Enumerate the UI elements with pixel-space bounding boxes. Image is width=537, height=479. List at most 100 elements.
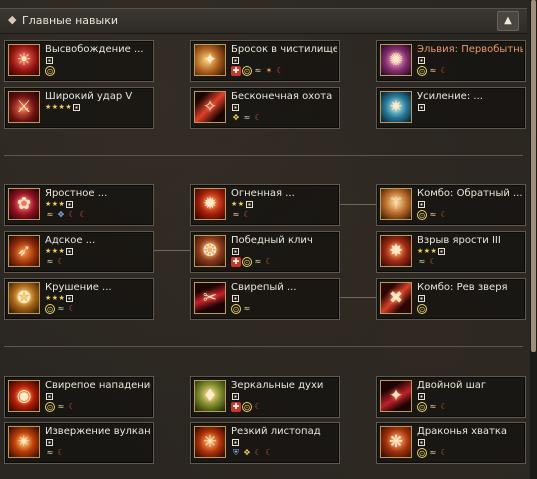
skill-card-furious[interactable]: ✿ Яростное ... ★★★ ≈ ✥ ☾ ☾	[4, 184, 154, 226]
skill-name: Адское ...	[45, 235, 96, 246]
skill-fiery-icon: ✹	[194, 188, 226, 220]
wing-icon: ≈	[254, 66, 262, 75]
skill-hellish-icon: ➶	[8, 235, 40, 267]
skill-features: ≈ ☾	[231, 210, 253, 221]
skill-features: ⊙ ≈ ☾	[417, 402, 450, 413]
skill-card-elvia[interactable]: ✺ Эльвия: Первобытны... ⊙≈☾	[376, 40, 526, 82]
skill-rank	[231, 103, 239, 112]
horned-icon: ✥	[232, 113, 240, 122]
rank-box-icon	[46, 392, 53, 400]
rank-box-icon	[73, 103, 81, 111]
wing-icon: ≈	[57, 304, 65, 313]
wing-icon: ≈	[254, 257, 262, 266]
skill-name: Комбо: Обратный ...	[417, 188, 523, 199]
skill-name: Бесконечная охота	[231, 91, 333, 102]
skill-features: ⊙ ≈ ☾	[417, 210, 450, 221]
claw-icon: ☾	[57, 257, 65, 266]
wing-icon: ≈	[46, 210, 54, 219]
skill-leaf-fall-icon: ✳	[194, 426, 226, 458]
skill-rank	[417, 294, 425, 303]
skill-name: Зеркальные духи	[231, 380, 324, 391]
eye-icon: ⊙	[417, 448, 427, 458]
skill-rank	[417, 200, 425, 209]
claw-icon: ☾	[79, 210, 87, 219]
skill-card-victory-cry[interactable]: ❂ Победный клич ✚ ⊙ ≈ ☾	[190, 231, 340, 273]
skill-rank	[45, 56, 53, 65]
skill-card-boost[interactable]: ✷ Усиление: ...	[376, 87, 526, 129]
eye-icon: ⊙	[242, 257, 252, 267]
eye-icon: ⊙	[45, 66, 55, 76]
skill-eruption-icon: ✴	[8, 426, 40, 458]
scrollbar[interactable]	[530, 0, 537, 479]
claw-icon: ☾	[440, 210, 448, 219]
skill-name: Победный клич	[231, 235, 313, 246]
skill-name: Драконья хватка	[417, 426, 508, 437]
eye-icon: ⊙	[242, 402, 252, 412]
skill-name: Усиление: ...	[417, 91, 483, 102]
skill-features: ⊙	[45, 66, 56, 77]
rank-box-icon	[232, 103, 239, 111]
claw-icon: ☾	[276, 66, 284, 75]
skill-card-leaf-fall[interactable]: ✳ Резкий листопад ⛨ ✥ ☾ ☾	[190, 422, 340, 464]
shield-icon: ⛨	[233, 448, 239, 457]
skill-name: Извержение вулкана	[45, 426, 151, 437]
diamond-icon: ◆	[8, 13, 17, 26]
rank-box-icon	[66, 247, 74, 255]
claw-icon: ☾	[57, 448, 65, 457]
skill-card-purgatory[interactable]: ✦ Бросок в чистилище ✚ ⊙ ≈ ✶ ☾	[190, 40, 340, 82]
skill-rank	[417, 56, 425, 65]
red-cross-icon: ✚	[231, 257, 241, 267]
skill-name: Свирепый ...	[231, 282, 297, 293]
skill-card-wide-strike[interactable]: ⚔ Широкий удар V ★★★★	[4, 87, 154, 129]
skill-name: Эльвия: Первобытны...	[417, 44, 523, 55]
skill-features: ≈ ✥ ☾ ☾	[45, 210, 89, 221]
skill-card-fiery[interactable]: ✹ Огненная ... ★★ ≈ ☾	[190, 184, 340, 226]
skill-rank: ★★	[231, 200, 253, 209]
skill-rank	[417, 392, 425, 401]
skill-features: ⊙	[417, 304, 428, 315]
skill-dragon-grip-icon: ❋	[380, 426, 412, 458]
skill-card-dragon-grip[interactable]: ❋ Драконья хватка ⊙ ≈ ☾	[376, 422, 526, 464]
skill-features: ✥ ≈ ☾	[231, 113, 264, 124]
skill-card-crash[interactable]: ✪ Крушение ... ★★★ ⊙ ≈ ☾	[4, 278, 154, 320]
wing-icon: ≈	[418, 257, 426, 266]
rank-box-icon	[418, 200, 425, 208]
skill-rank	[231, 392, 239, 401]
skill-card-fierce[interactable]: ✂ Свирепый ... ⊙ ≈	[190, 278, 340, 320]
rank-box-icon	[232, 392, 239, 400]
skill-name: Комбо: Рев зверя	[417, 282, 508, 293]
scrollbar-thumb[interactable]	[531, 0, 536, 352]
skill-card-eruption[interactable]: ✴ Извержение вулкана ≈ ☾	[4, 422, 154, 464]
skill-name: Широкий удар V	[45, 91, 133, 102]
rank-box-icon	[66, 294, 74, 302]
skill-card-release[interactable]: ☀ Высвобождение ... ⊙	[4, 40, 154, 82]
claw-icon: ☾	[243, 210, 251, 219]
rank-box-icon	[232, 294, 239, 302]
skill-rank: ★★★★	[45, 103, 81, 112]
skill-card-combo-reverse[interactable]: ⚚ Комбо: Обратный ... ⊙ ≈ ☾	[376, 184, 526, 226]
rank-box-icon	[66, 200, 74, 208]
rank-box-icon	[232, 438, 239, 446]
claw-icon: ☾	[429, 257, 437, 266]
collapse-toggle-button[interactable]: ▲	[497, 11, 519, 31]
skill-card-combo-beast[interactable]: ✖ Комбо: Рев зверя ⊙	[376, 278, 526, 320]
skill-card-rage-burst[interactable]: ✸ Взрыв ярости III ★★★ ≈ ☾	[376, 231, 526, 273]
skill-features: ⊙ ≈ ☾	[417, 448, 450, 459]
section-header[interactable]: ◆ Главные навыки ▲	[0, 8, 527, 34]
skill-card-fierce-attack[interactable]: ◉ Свирепое нападение ⊙ ≈ ☾	[4, 376, 154, 418]
skill-double-step-icon: ✦	[380, 380, 412, 412]
skill-card-mirror-spirits[interactable]: ♦ Зеркальные духи ✚ ⊙ ☾	[190, 376, 340, 418]
skill-rank	[231, 294, 239, 303]
skill-rank: ★★★	[45, 200, 74, 209]
horned-icon: ✥	[243, 448, 251, 457]
skill-card-double-step[interactable]: ✦ Двойной шаг ⊙ ≈ ☾	[376, 376, 526, 418]
skill-features: ✚ ⊙ ☾	[231, 402, 264, 413]
wing-icon: ≈	[429, 66, 437, 75]
claw-icon: ☾	[254, 113, 262, 122]
skill-card-hellish[interactable]: ➶ Адское ... ★★★ ≈ ☾	[4, 231, 154, 273]
section-divider	[4, 155, 523, 156]
horned-icon: ✥	[57, 210, 65, 219]
skill-card-endless-hunt[interactable]: ✧ Бесконечная охота ✥ ≈ ☾	[190, 87, 340, 129]
rank-box-icon	[46, 56, 53, 64]
skill-combo-reverse-icon: ⚚	[380, 188, 412, 220]
